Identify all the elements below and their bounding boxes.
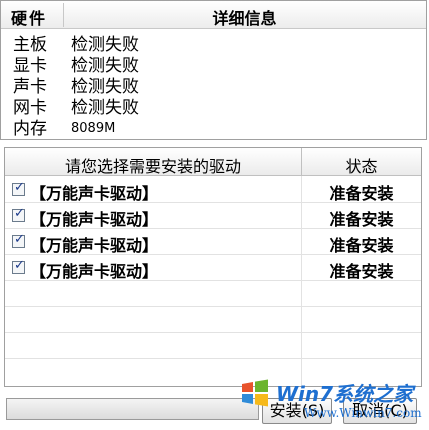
hardware-value: 检测失败 xyxy=(71,77,139,97)
driver-row[interactable]: ✓ 【万能声卡驱动】 准备安装 xyxy=(5,256,421,282)
hardware-value: 8089M xyxy=(71,121,116,136)
hardware-info-panel: 硬件 详细信息 主板 检测失败 显卡 检测失败 声卡 检测失败 网卡 检测失败 … xyxy=(0,0,427,140)
windows-logo-icon xyxy=(242,379,268,407)
driver-row[interactable]: ✓ 【万能声卡驱动】 准备安装 xyxy=(5,230,421,256)
driver-status: 准备安装 xyxy=(329,210,394,229)
driver-name: 【万能声卡驱动】 xyxy=(30,184,159,203)
driver-status: 准备安装 xyxy=(329,262,394,281)
row-divider xyxy=(5,332,421,333)
driver-checkbox[interactable]: ✓ xyxy=(12,206,25,222)
checkmark-icon: ✓ xyxy=(14,232,25,247)
driver-name: 【万能声卡驱动】 xyxy=(30,236,159,255)
driver-row[interactable]: ✓ 【万能声卡驱动】 准备安装 xyxy=(5,178,421,204)
checkmark-icon: ✓ xyxy=(14,180,25,195)
driver-name: 【万能声卡驱动】 xyxy=(30,262,159,281)
hardware-label: 声卡 xyxy=(13,77,47,97)
driver-checkbox[interactable]: ✓ xyxy=(12,232,25,248)
hardware-label: 网卡 xyxy=(13,98,47,118)
driver-list-header: 请您选择需要安装的驱动 状态 xyxy=(5,148,421,176)
hardware-value: 检测失败 xyxy=(71,56,139,76)
hardware-value: 检测失败 xyxy=(71,98,139,118)
watermark: Win7系统之家 Www.Winwin7.com xyxy=(240,378,425,426)
hardware-value: 检测失败 xyxy=(71,35,139,55)
checkmark-icon: ✓ xyxy=(14,206,25,221)
hardware-header: 硬件 详细信息 xyxy=(1,1,426,29)
watermark-brand: Win7系统之家 xyxy=(276,382,414,406)
status-column-header[interactable]: 状态 xyxy=(302,153,421,177)
install-progress-bar xyxy=(6,398,259,420)
driver-checkbox[interactable]: ✓ xyxy=(12,258,25,274)
hardware-label: 主板 xyxy=(13,35,47,55)
watermark-url: Www.Winwin7.com xyxy=(304,406,422,420)
row-divider xyxy=(5,358,421,359)
driver-list: 请您选择需要安装的驱动 状态 ✓ 【万能声卡驱动】 准备安装 ✓ 【万能声卡驱动… xyxy=(4,147,422,387)
driver-checkbox[interactable]: ✓ xyxy=(12,180,25,196)
driver-row[interactable]: ✓ 【万能声卡驱动】 准备安装 xyxy=(5,204,421,230)
hardware-column-header[interactable]: 硬件 xyxy=(11,5,47,29)
driver-name: 【万能声卡驱动】 xyxy=(30,210,159,229)
select-driver-column-header[interactable]: 请您选择需要安装的驱动 xyxy=(5,153,301,177)
hardware-label: 内存 xyxy=(13,119,47,139)
hardware-label: 显卡 xyxy=(13,56,47,76)
checkmark-icon: ✓ xyxy=(14,258,25,273)
driver-status: 准备安装 xyxy=(329,184,394,203)
details-column-header[interactable]: 详细信息 xyxy=(63,5,426,29)
driver-status: 准备安装 xyxy=(329,236,394,255)
row-divider xyxy=(5,306,421,307)
